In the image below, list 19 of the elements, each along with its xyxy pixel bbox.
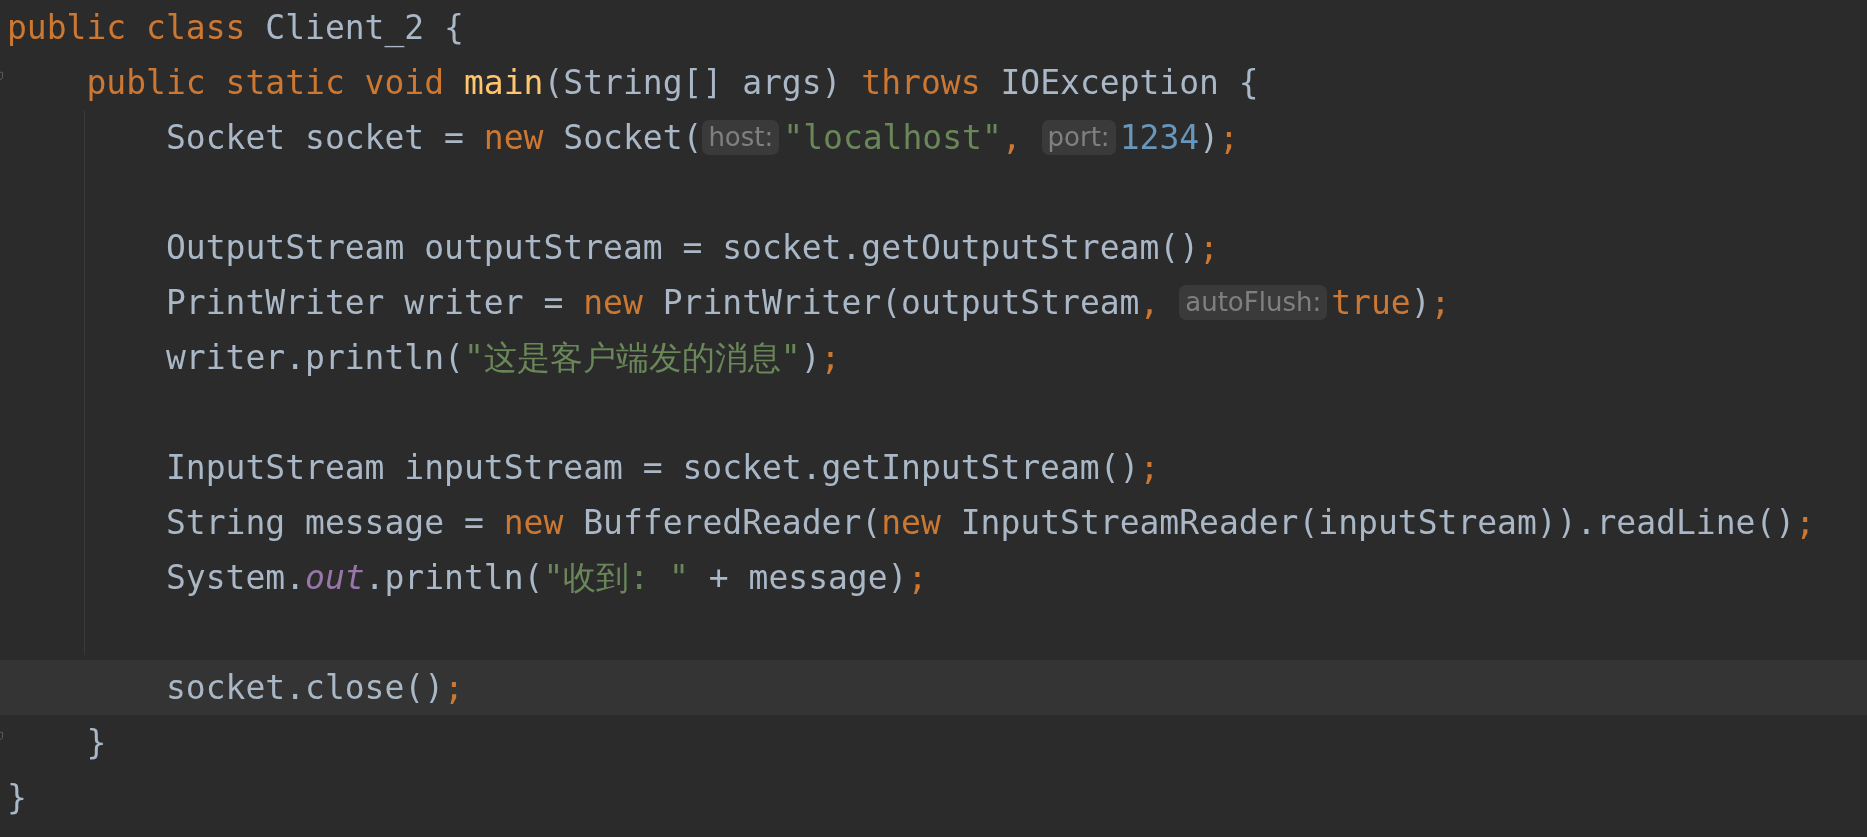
code-text: true); xyxy=(1331,282,1451,323)
code-text: "localhost", xyxy=(783,117,1023,158)
code-text: InputStream inputStream = socket.getInputStream(); xyxy=(164,447,1160,488)
code-text: System.out.println("收到: " + message); xyxy=(164,557,928,598)
parameter-hint: host: xyxy=(702,119,780,156)
parameter-hint: port: xyxy=(1041,119,1116,156)
code-text: OutputStream outputStream = socket.getOutputStream(); xyxy=(164,227,1219,268)
code-text: writer.println("这是客户端发的消息"); xyxy=(164,337,841,378)
code-text: PrintWriter writer = new PrintWriter(outputStream, xyxy=(164,282,1161,323)
code-text: String message = new BufferedReader(new InputStreamReader(inputStream)).readLine(); xyxy=(164,502,1815,543)
code-text: } xyxy=(85,722,107,763)
code-text: public class Client_2 { xyxy=(7,7,464,48)
code-text: 1234); xyxy=(1119,117,1239,158)
code-text: } xyxy=(7,777,27,818)
code-text: socket.close(); xyxy=(164,667,464,708)
code-text: public static void main(String[] args) throws IOException { xyxy=(85,62,1259,103)
code-editor[interactable] xyxy=(0,0,1867,837)
code-text: Socket socket = new Socket( xyxy=(164,117,703,158)
parameter-hint: autoFlush: xyxy=(1179,284,1328,321)
